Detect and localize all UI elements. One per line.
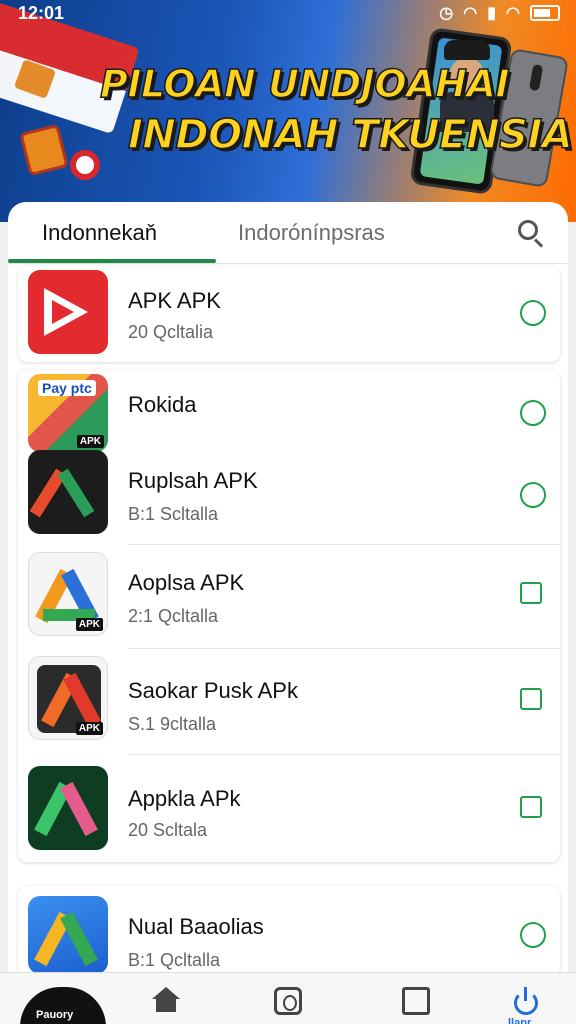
heart-icon[interactable] xyxy=(520,400,546,426)
heart-icon[interactable] xyxy=(520,300,546,326)
signal-icon: ▮ xyxy=(487,5,497,22)
app-subtitle: S.1 9cltalla xyxy=(128,714,217,734)
camera-icon[interactable] xyxy=(274,987,302,1015)
square-icon[interactable] xyxy=(520,688,542,710)
list-item[interactable]: Ruplsah APK B:1 Scltalla xyxy=(0,450,576,540)
decoration-shape xyxy=(19,123,69,177)
app-subtitle: B:1 Qcltalla xyxy=(128,950,221,970)
app-icon-label: Pay ptc xyxy=(38,380,96,396)
app-icon xyxy=(28,896,108,974)
tab-indoroninpsras[interactable]: Indorónínpsras xyxy=(238,220,385,246)
search-icon[interactable] xyxy=(518,220,546,248)
tab-bar: Indonnekaň Indorónínpsras xyxy=(8,202,568,264)
apk-tag: APK xyxy=(75,618,103,631)
square-icon[interactable] xyxy=(520,582,542,604)
app-name: Ruplsah APK xyxy=(128,468,258,493)
app-icon: Pay ptc APK xyxy=(28,374,108,452)
list-item[interactable]: Nual Baaolias B:1 Qcltalla xyxy=(0,894,576,984)
alarm-icon: ◷ xyxy=(439,5,454,22)
status-time: 12:01 xyxy=(18,3,65,23)
apk-tag: APK xyxy=(76,435,104,448)
home-icon[interactable] xyxy=(152,987,180,1015)
app-icon xyxy=(28,270,108,354)
bottom-nav: Pauory llapr xyxy=(0,972,576,1024)
list-item[interactable]: APK Aoplsa APK 2:1 Qcltalla xyxy=(0,552,576,642)
apk-tag: APK xyxy=(75,722,103,735)
promo-banner[interactable]: PILOAN UNDJOAHAI INDONAH TKUENSIA xyxy=(0,0,576,222)
app-subtitle: 20 Scltala xyxy=(128,820,208,840)
heart-icon[interactable] xyxy=(520,922,546,948)
wifi-icon: ◠ xyxy=(506,5,520,22)
app-icon xyxy=(28,766,108,850)
app-name: Aoplsa APK xyxy=(128,570,245,595)
battery-icon xyxy=(530,5,560,21)
list-item[interactable]: Appkla APk 20 Scltala xyxy=(0,766,576,856)
app-subtitle: 20 Qcltalia xyxy=(128,322,214,342)
banner-title-line-2: INDONAH TKUENSIA xyxy=(127,111,573,159)
app-logo-text: Pauory xyxy=(36,1009,74,1021)
status-bar: 12:01 ◷ ◠ ▮ ◠ xyxy=(0,0,576,26)
heart-icon[interactable] xyxy=(520,482,546,508)
list-item[interactable]: APK APK 20 Qcltalia xyxy=(0,270,576,360)
power-icon[interactable] xyxy=(514,987,542,1015)
square-nav-icon[interactable] xyxy=(402,987,430,1015)
app-icon: APK xyxy=(28,656,108,740)
app-name: APK APK xyxy=(128,288,221,313)
app-subtitle: 2:1 Qcltalla xyxy=(128,606,219,626)
active-tab-indicator xyxy=(8,259,216,263)
app-name: Saokar Pusk APk xyxy=(128,678,298,703)
square-icon[interactable] xyxy=(520,796,542,818)
banner-title-line-1: PILOAN UNDJOAHAI xyxy=(99,61,510,107)
tab-indonnekan[interactable]: Indonnekaň xyxy=(42,220,157,246)
app-subtitle: B:1 Scltalla xyxy=(128,504,219,524)
app-name: Rokida xyxy=(128,392,197,417)
app-logo[interactable]: Pauory xyxy=(20,987,106,1024)
decoration-shape xyxy=(70,150,100,180)
power-label: llapr xyxy=(508,1017,532,1024)
app-icon xyxy=(28,450,108,534)
list-item[interactable]: APK Saokar Pusk APk S.1 9cltalla xyxy=(0,656,576,746)
app-name: Nual Baaolias xyxy=(128,914,264,939)
wifi-icon: ◠ xyxy=(463,5,478,22)
app-icon: APK xyxy=(28,552,108,636)
app-name: Appkla APk xyxy=(128,786,241,811)
